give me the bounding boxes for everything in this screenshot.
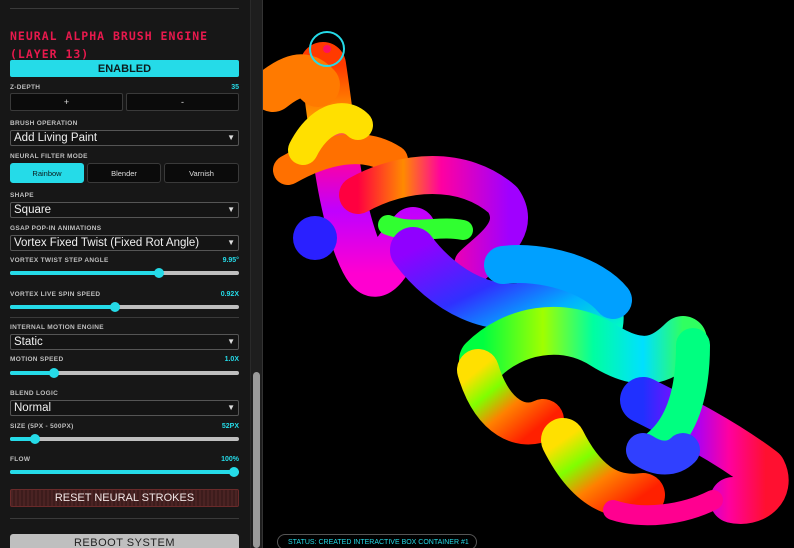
chevron-down-icon: ▼ <box>227 337 235 346</box>
brush-operation-label: BRUSH OPERATION <box>10 120 78 127</box>
brush-operation-value: Add Living Paint <box>14 132 98 144</box>
size-slider[interactable] <box>10 434 239 444</box>
shape-select[interactable]: Square ▼ <box>10 202 239 218</box>
flow-slider[interactable] <box>10 467 239 477</box>
slider-thumb[interactable] <box>153 268 164 278</box>
blend-logic-label: BLEND LOGIC <box>10 390 59 397</box>
vortex-twist-label: VORTEX TWIST STEP ANGLE <box>10 257 109 264</box>
gsap-animations-select[interactable]: Vortex Fixed Twist (Fixed Rot Angle) ▼ <box>10 235 239 251</box>
brush-operation-select[interactable]: Add Living Paint ▼ <box>10 130 239 146</box>
reset-neural-strokes-button[interactable]: RESET NEURAL STROKES <box>10 489 239 507</box>
motion-engine-value: Static <box>14 336 43 348</box>
paint-canvas[interactable] <box>263 0 794 548</box>
z-depth-plus-button[interactable]: + <box>10 93 123 111</box>
slider-thumb[interactable] <box>110 302 121 312</box>
divider <box>10 8 239 9</box>
size-value: 52PX <box>221 423 239 430</box>
status-bar: STATUS: CREATED INTERACTIVE BOX CONTAINE… <box>277 534 477 548</box>
scrollbar-thumb[interactable] <box>253 372 260 548</box>
divider <box>10 317 239 318</box>
shape-label: SHAPE <box>10 192 34 199</box>
slider-thumb[interactable] <box>48 368 59 378</box>
slider-fill <box>10 371 54 375</box>
divider <box>10 518 239 519</box>
z-depth-label: Z-DEPTH <box>10 84 41 91</box>
chevron-down-icon: ▼ <box>227 238 235 247</box>
filter-mode-rainbow-button[interactable]: Rainbow <box>10 163 84 183</box>
slider-fill <box>10 470 234 474</box>
slider-thumb[interactable] <box>229 467 239 477</box>
panel-scrollbar[interactable] <box>250 0 262 548</box>
filter-mode-blender-button[interactable]: Blender <box>87 163 161 183</box>
vortex-spin-value: 0.92X <box>220 291 239 298</box>
motion-engine-select[interactable]: Static ▼ <box>10 334 239 350</box>
blend-logic-select[interactable]: Normal ▼ <box>10 400 239 416</box>
shape-value: Square <box>14 204 52 216</box>
vortex-spin-label: VORTEX LIVE SPIN SPEED <box>10 291 101 298</box>
motion-engine-label: INTERNAL MOTION ENGINE <box>10 324 104 331</box>
vortex-twist-slider[interactable] <box>10 268 239 278</box>
chevron-down-icon: ▼ <box>227 403 235 412</box>
slider-fill <box>10 271 159 275</box>
reboot-system-button[interactable]: REBOOT SYSTEM <box>10 534 239 548</box>
rainbow-paint-strokes <box>263 31 789 526</box>
motion-speed-slider[interactable] <box>10 368 239 378</box>
chevron-down-icon: ▼ <box>227 133 235 142</box>
motion-speed-value: 1.0X <box>224 356 239 363</box>
brush-settings-panel: NEURAL ALPHA BRUSH ENGINE (LAYER 13) ENA… <box>0 0 250 548</box>
chevron-down-icon: ▼ <box>227 205 235 214</box>
neural-filter-mode-label: NEURAL FILTER MODE <box>10 153 88 160</box>
vortex-spin-slider[interactable] <box>10 302 239 312</box>
slider-track <box>10 437 239 441</box>
panel-title: NEURAL ALPHA BRUSH ENGINE (LAYER 13) <box>10 29 209 61</box>
slider-thumb[interactable] <box>30 434 41 444</box>
motion-speed-label: MOTION SPEED <box>10 356 64 363</box>
filter-mode-varnish-button[interactable]: Varnish <box>164 163 239 183</box>
enabled-toggle-button[interactable]: ENABLED <box>10 60 239 77</box>
flow-label: FLOW <box>10 456 31 463</box>
gsap-animations-label: GSAP POP-IN ANIMATIONS <box>10 225 102 232</box>
size-label: SIZE (5PX - 500PX) <box>10 423 74 430</box>
vortex-twist-value: 9.95° <box>222 257 239 264</box>
z-depth-value: 35 <box>231 84 239 91</box>
slider-fill <box>10 305 116 309</box>
blend-logic-value: Normal <box>14 402 52 414</box>
gsap-animations-value: Vortex Fixed Twist (Fixed Rot Angle) <box>14 237 200 249</box>
flow-value: 100% <box>221 456 239 463</box>
z-depth-minus-button[interactable]: - <box>126 93 239 111</box>
